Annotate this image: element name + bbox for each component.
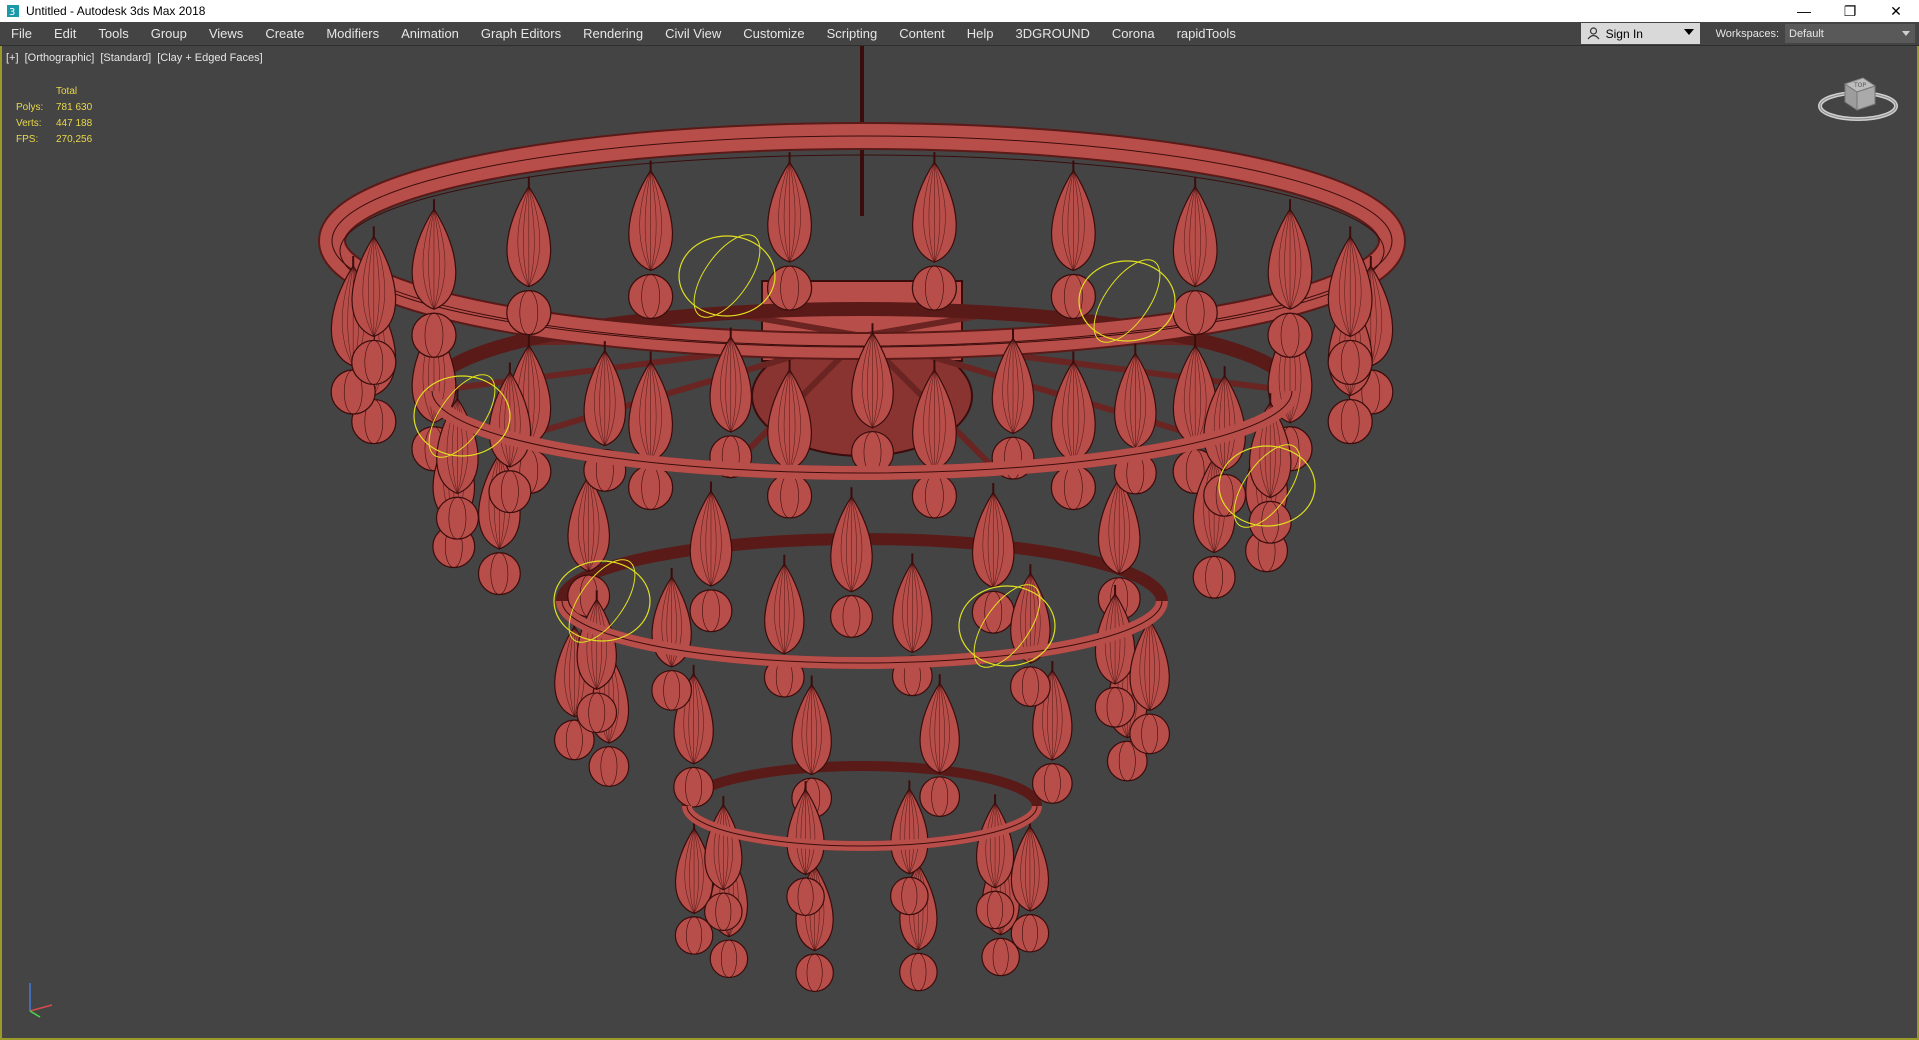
menu-civil-view[interactable]: Civil View	[654, 22, 732, 45]
window-title: Untitled - Autodesk 3ds Max 2018	[26, 4, 206, 18]
menu-modifiers[interactable]: Modifiers	[315, 22, 390, 45]
crystal-bead	[981, 937, 1020, 977]
menu-help[interactable]: Help	[956, 22, 1005, 45]
workspaces-label: Workspaces:	[1715, 27, 1779, 40]
workspace-dropdown[interactable]: Default	[1785, 24, 1915, 43]
stats-header: Total	[56, 86, 78, 97]
crystal-bead	[1203, 473, 1247, 517]
crystal-bead	[919, 776, 961, 818]
polys-value: 781 630	[56, 102, 93, 113]
crystal-bead	[1129, 713, 1171, 755]
crystal-bead	[1009, 666, 1051, 707]
crystal-bead	[1267, 312, 1313, 358]
fps-value: 270,256	[56, 134, 93, 145]
verts-value: 447 188	[56, 118, 93, 129]
crystal-bead	[1094, 686, 1136, 728]
menu-file[interactable]: File	[0, 22, 43, 45]
menu-animation[interactable]: Animation	[390, 22, 470, 45]
viewcube-label: TOP	[1853, 82, 1866, 89]
crystal-bead	[704, 892, 743, 932]
perspective-viewport[interactable]: [+] [Orthographic] [Standard] [Clay + Ed…	[0, 46, 1919, 1040]
crystal-bead	[1031, 763, 1073, 804]
viewport-standard-menu[interactable]: [Standard]	[100, 52, 151, 64]
crystal-bead	[709, 939, 749, 979]
close-icon[interactable]: ✕	[1873, 0, 1919, 22]
menu-3dground[interactable]: 3DGROUND	[1005, 22, 1101, 45]
crystal-bead	[1192, 555, 1236, 599]
axis-tripod-icon	[22, 977, 62, 1024]
menu-graph-editors[interactable]: Graph Editors	[470, 22, 572, 45]
chevron-down-icon	[1902, 31, 1910, 36]
workspace-value: Default	[1789, 27, 1824, 40]
crystal-bead	[628, 464, 674, 511]
menu-rendering[interactable]: Rendering	[572, 22, 654, 45]
viewport-point-of-view-menu[interactable]: [Orthographic]	[25, 52, 95, 64]
crystal-bead	[975, 890, 1015, 930]
crystal-bead	[1248, 500, 1292, 544]
chandelier-model[interactable]	[2, 46, 1917, 1038]
menu-rapidtools[interactable]: rapidTools	[1166, 22, 1247, 45]
crystal-bead	[576, 692, 618, 734]
crystal-bead	[971, 590, 1015, 634]
crystal-bead	[689, 589, 733, 633]
crystal-bead	[1172, 290, 1218, 336]
crystal-bead	[477, 552, 521, 596]
crystal-bead	[1327, 398, 1373, 445]
menu-customize[interactable]: Customize	[732, 22, 815, 45]
crystal-bead	[411, 312, 457, 358]
viewport-label-menu: [+] [Orthographic] [Standard] [Clay + Ed…	[6, 52, 266, 64]
menu-create[interactable]: Create	[254, 22, 315, 45]
crystal-bead	[673, 766, 715, 808]
crystal-bead	[911, 265, 958, 311]
crystal-bead	[795, 953, 834, 993]
chevron-down-icon[interactable]	[1683, 29, 1694, 35]
crystal-bead	[506, 290, 552, 336]
crystal-bead	[674, 916, 714, 955]
minimize-icon[interactable]: —	[1781, 0, 1827, 22]
polys-label: Polys:	[16, 102, 44, 113]
crystal-bead	[1327, 339, 1373, 386]
crystal-bead	[786, 877, 825, 916]
crystal-bead	[911, 473, 958, 519]
menu-group[interactable]: Group	[140, 22, 198, 45]
viewcube-icon[interactable]: TOP	[1817, 64, 1899, 131]
user-icon	[1587, 27, 1600, 40]
menu-content[interactable]: Content	[888, 22, 956, 45]
menu-edit[interactable]: Edit	[43, 22, 87, 45]
light-gizmo	[678, 235, 776, 317]
crystal-bead	[628, 273, 674, 320]
viewport-statistics: Total Polys: 781 630 Verts: 447 188 FPS: 27…	[16, 84, 92, 148]
crystal-bead	[890, 876, 929, 916]
menu-corona[interactable]: Corona	[1101, 22, 1166, 45]
verts-label: Verts:	[16, 118, 42, 129]
crystal-bead	[829, 594, 873, 638]
title-bar: 3 Untitled - Autodesk 3ds Max 2018 — ❐ ✕	[0, 0, 1919, 22]
3dsmax-app-icon[interactable]: 3	[6, 4, 20, 18]
crystal-bead	[1050, 464, 1096, 511]
menu-views[interactable]: Views	[198, 22, 254, 45]
crystal-bead	[899, 952, 938, 992]
crystal-bead	[766, 265, 813, 311]
crystal-bead	[435, 496, 479, 540]
crystal-bead	[351, 339, 397, 386]
menu-scripting[interactable]: Scripting	[816, 22, 889, 45]
svg-text:3: 3	[9, 7, 15, 18]
restore-icon[interactable]: ❐	[1827, 0, 1873, 22]
crystal-bead	[651, 669, 693, 711]
fps-label: FPS:	[16, 134, 39, 145]
crystal-bead	[488, 470, 532, 514]
menu-tools[interactable]: Tools	[87, 22, 139, 45]
crystal-bead	[1010, 913, 1050, 953]
viewport-shading-menu[interactable]: [Clay + Edged Faces]	[157, 52, 262, 64]
sign-in-button[interactable]: Sign In	[1580, 23, 1700, 44]
viewport-plus-menu[interactable]: [+]	[6, 52, 19, 64]
crystal-bead	[766, 473, 813, 519]
crystal-bead	[588, 746, 630, 787]
crystal-bead	[1050, 273, 1096, 320]
sign-in-label: Sign In	[1605, 26, 1643, 41]
menu-bar: File Edit Tools Group Views Create Modif…	[0, 22, 1919, 46]
